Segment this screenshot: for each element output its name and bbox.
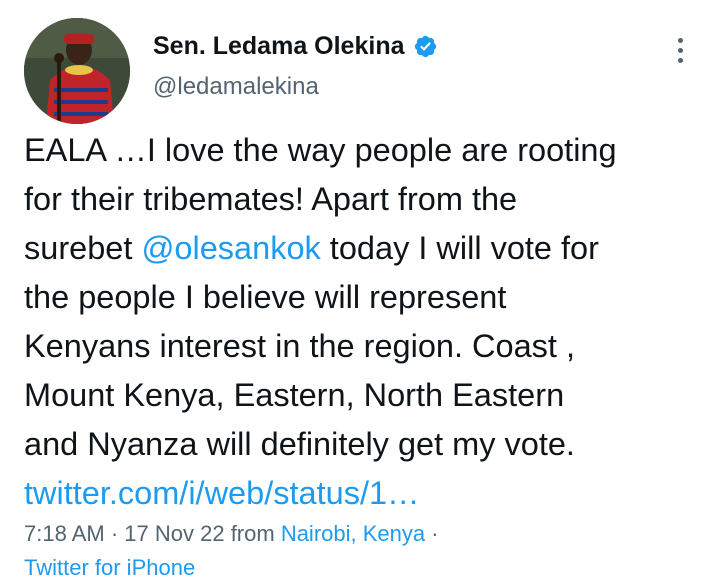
tweet-text-segment: today I will vote for <box>320 230 599 266</box>
tweet-text-line: and Nyanza will definitely get my vote. <box>24 420 714 469</box>
tweet-location-link[interactable]: Nairobi, Kenya <box>281 521 425 546</box>
meta-separator: · <box>104 521 125 546</box>
tweet-url-link[interactable]: twitter.com/i/web/status/1… <box>24 475 420 511</box>
tweet-text-line: Mount Kenya, Eastern, North Eastern <box>24 371 714 420</box>
tweet-card: Sen. Ledama Olekina @ledamalekina EALA …… <box>0 0 720 584</box>
profile-photo-icon <box>24 18 130 124</box>
more-dot <box>677 47 683 53</box>
tweet-text-segment: surebet <box>24 230 142 266</box>
tweet-text-line: EALA …I love the way people are rooting <box>24 126 714 175</box>
tweet-text-line: for their tribemates! Apart from the <box>24 175 714 224</box>
author-handle[interactable]: @ledamalekina <box>153 73 319 101</box>
tweet-time[interactable]: 7:18 AM <box>24 521 105 546</box>
author-name-row: Sen. Ledama Olekina <box>153 32 438 61</box>
avatar[interactable] <box>24 18 130 124</box>
tweet-text-segment: and Nyanza will definitely get my vote. <box>24 426 575 462</box>
tweet-meta: 7:18 AM · 17 Nov 22 from Nairobi, Kenya … <box>24 520 439 547</box>
tweet-text-segment: Kenyans interest in the region. Coast , <box>24 328 576 364</box>
tweet-text-line: the people I believe will represent <box>24 273 714 322</box>
author-display-name[interactable]: Sen. Ledama Olekina <box>153 32 405 61</box>
more-dot <box>677 37 683 43</box>
meta-separator-trailing: · <box>425 521 439 546</box>
mention-link[interactable]: @olesankok <box>141 230 320 266</box>
tweet-text-segment: for their tribemates! Apart from the <box>24 181 518 217</box>
tweet-text-line: Kenyans interest in the region. Coast , <box>24 322 714 371</box>
tweet-source-link[interactable]: Twitter for iPhone <box>24 554 195 581</box>
tweet-text-line: twitter.com/i/web/status/1… <box>24 469 714 518</box>
from-label: from <box>224 521 281 546</box>
tweet-date[interactable]: 17 Nov 22 <box>124 521 224 546</box>
more-vertical-icon[interactable] <box>668 30 692 70</box>
tweet-text-segment: Mount Kenya, Eastern, North Eastern <box>24 377 565 413</box>
tweet-text-segment: the people I believe will represent <box>24 279 507 315</box>
verified-badge-icon <box>413 34 438 59</box>
tweet-text-segment: EALA …I love the way people are rooting <box>24 132 617 168</box>
tweet-text-line: surebet @olesankok today I will vote for <box>24 224 714 273</box>
more-dot <box>677 57 683 63</box>
tweet-text: EALA …I love the way people are rooting f… <box>24 126 714 518</box>
